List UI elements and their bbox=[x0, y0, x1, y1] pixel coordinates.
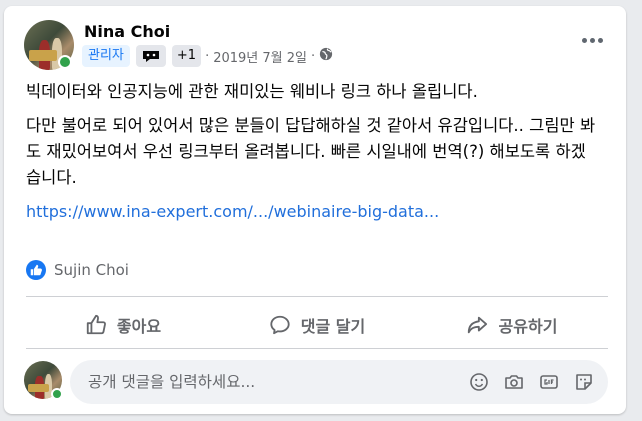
comment-icon bbox=[270, 315, 290, 335]
post-card: Nina Choi 관리자 +1 · 2019년 7월 2일 · 빅데이터와 인… bbox=[4, 6, 626, 414]
like-button[interactable]: 좋아요 bbox=[26, 303, 220, 347]
comment-button[interactable]: 댓글 달기 bbox=[220, 303, 414, 347]
separator: · bbox=[310, 48, 316, 64]
more-badges-count[interactable]: +1 bbox=[171, 45, 202, 67]
globe-icon bbox=[319, 47, 333, 65]
action-bar: 좋아요 댓글 달기 공유하기 bbox=[26, 303, 608, 347]
comment-label: 댓글 달기 bbox=[300, 317, 366, 336]
like-reaction-icon bbox=[26, 260, 46, 280]
online-status-indicator bbox=[51, 388, 63, 400]
author-name[interactable]: Nina Choi bbox=[84, 22, 170, 41]
webinar-link[interactable]: https://www.ina-expert.com/.../webinaire… bbox=[26, 202, 439, 221]
post-paragraph: 다만 불어로 되어 있어서 많은 분들이 답답해하실 것 같아서 유감입니다..… bbox=[26, 116, 596, 187]
share-button[interactable]: 공유하기 bbox=[414, 303, 608, 347]
share-icon bbox=[467, 316, 487, 334]
post-date[interactable]: 2019년 7월 2일 bbox=[213, 47, 307, 66]
badge-icon[interactable] bbox=[135, 45, 166, 67]
comment-input[interactable] bbox=[86, 372, 460, 392]
post-meta: 관리자 +1 · 2019년 7월 2일 · bbox=[82, 45, 333, 67]
comment-box[interactable] bbox=[70, 360, 608, 404]
sticker-icon[interactable] bbox=[568, 366, 600, 398]
share-label: 공유하기 bbox=[498, 317, 558, 336]
admin-badge[interactable]: 관리자 bbox=[82, 45, 130, 67]
camera-icon[interactable] bbox=[498, 366, 530, 398]
gif-icon[interactable] bbox=[533, 366, 565, 398]
comment-tools bbox=[460, 366, 600, 398]
post-body: 빅데이터와 인공지능에 관한 재미있는 웨비나 링크 하나 올립니다. 다만 불… bbox=[26, 79, 596, 199]
divider bbox=[26, 348, 608, 349]
separator: · bbox=[205, 48, 210, 64]
divider bbox=[26, 296, 608, 297]
thumbs-up-icon bbox=[86, 314, 106, 335]
more-options-button[interactable] bbox=[578, 30, 606, 50]
like-label: 좋아요 bbox=[116, 317, 162, 336]
reactions-summary[interactable]: Sujin Choi bbox=[26, 260, 129, 280]
reaction-user[interactable]: Sujin Choi bbox=[54, 261, 129, 279]
post-paragraph: 빅데이터와 인공지능에 관한 재미있는 웨비나 링크 하나 올립니다. bbox=[26, 82, 478, 101]
emoji-icon[interactable] bbox=[463, 366, 495, 398]
online-status-indicator bbox=[58, 55, 72, 69]
